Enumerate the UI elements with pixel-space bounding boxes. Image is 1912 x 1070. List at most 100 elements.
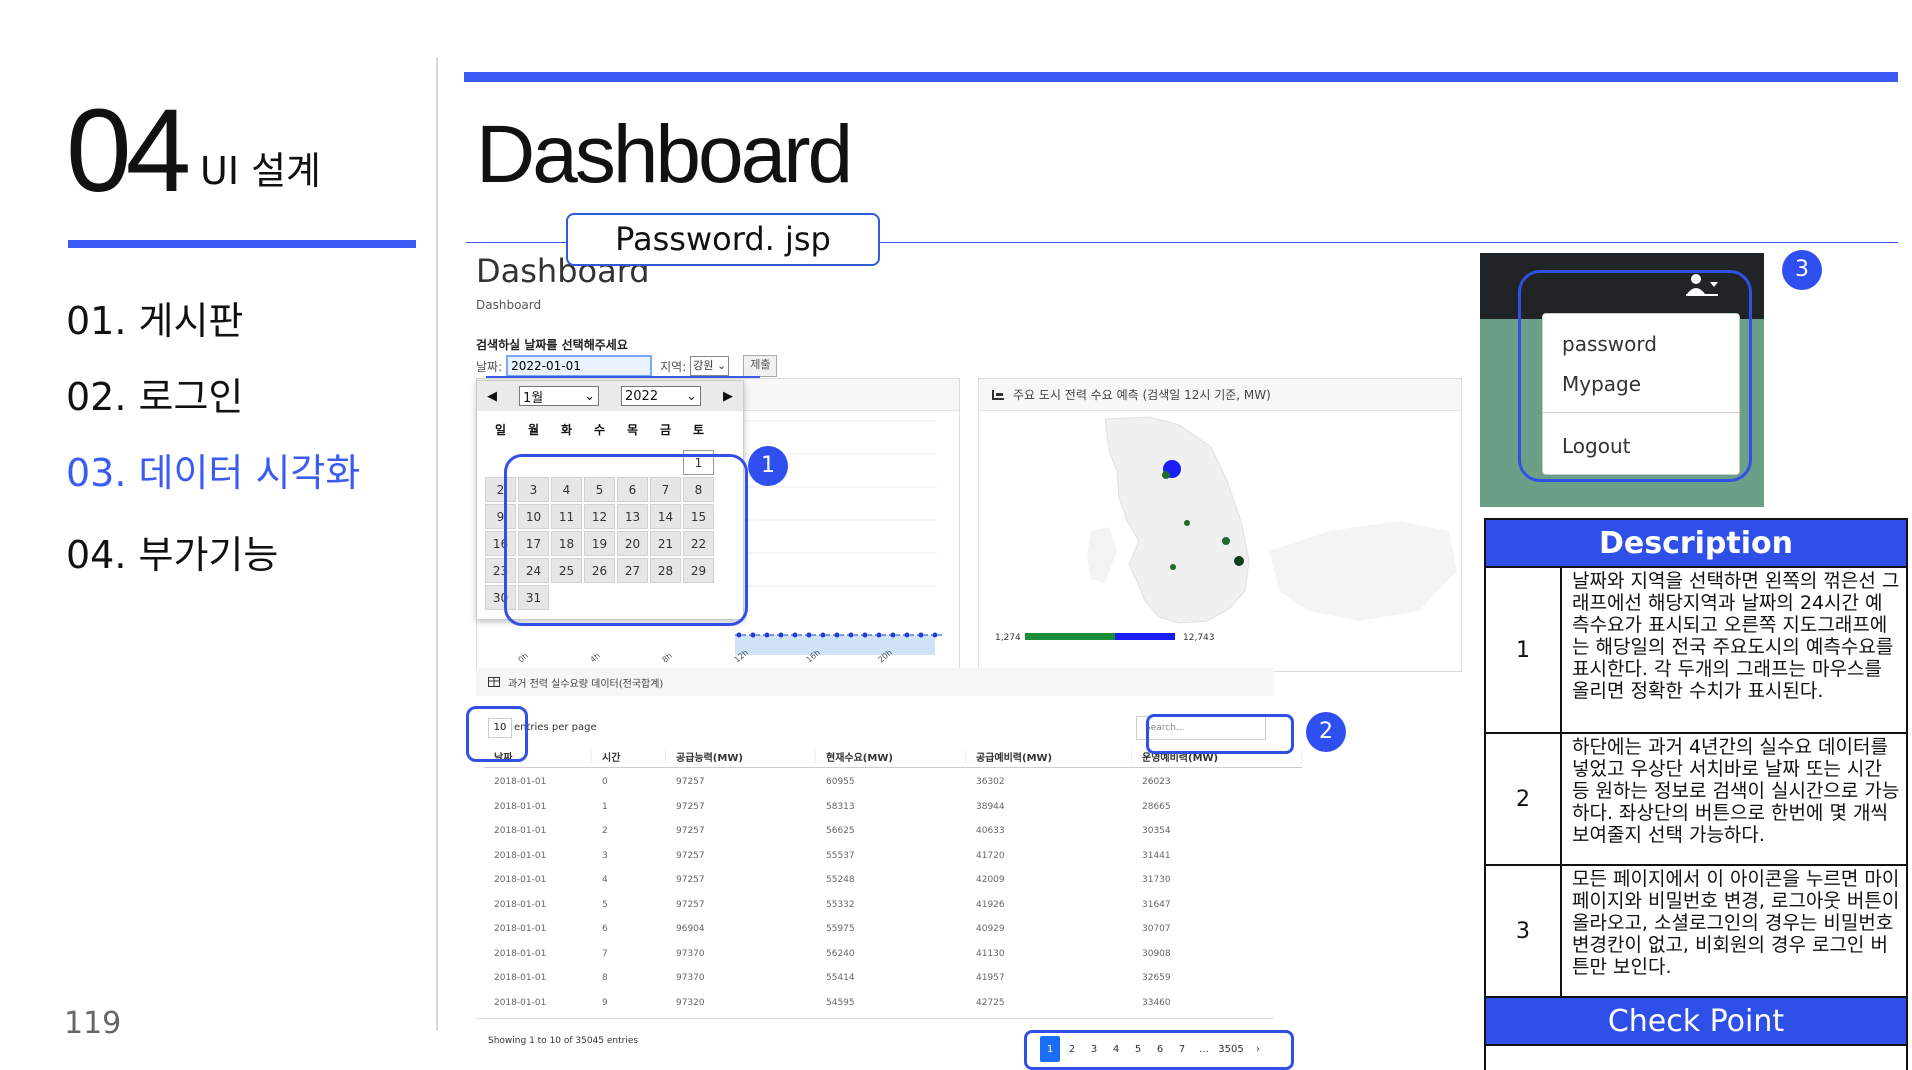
table-cell: 2018-01-01 xyxy=(494,875,547,886)
table-icon xyxy=(488,677,500,687)
line-point[interactable] xyxy=(848,632,854,638)
menu-item-login[interactable]: 02. 로그인 xyxy=(66,366,243,421)
map-dot-busan[interactable] xyxy=(1234,556,1244,566)
table-cell: 42725 xyxy=(976,997,1005,1008)
table-cell: 97257 xyxy=(676,850,705,861)
table-cell: 96904 xyxy=(676,924,705,935)
callout-box-1 xyxy=(504,454,748,626)
line-point[interactable] xyxy=(876,632,882,638)
column-header[interactable]: 시간 xyxy=(592,749,666,764)
badge-2: 2 xyxy=(1306,712,1346,752)
badge-1: 1 xyxy=(748,446,788,486)
table-cell: 1 xyxy=(602,801,608,812)
description-text-3: 모든 페이지에서 이 아이콘을 누르면 마이페이지와 비밀번호 변경, 로그아웃… xyxy=(1560,864,1908,998)
line-point[interactable] xyxy=(862,632,868,638)
table-cell: 97257 xyxy=(676,826,705,837)
date-label: 날짜: xyxy=(476,359,503,374)
map-land-mainland xyxy=(1104,416,1250,624)
table-cell: 2018-01-01 xyxy=(494,997,547,1008)
table-title: 과거 전력 실수요량 데이터(전국합계) xyxy=(508,678,664,690)
line-point[interactable] xyxy=(890,632,896,638)
map-title: 주요 도시 전력 수요 예측 (검색일 12시 기준, MW) xyxy=(1013,388,1271,402)
datepicker-header: ◀ 1월 ⌄ 2022 ⌄ ▶ xyxy=(477,381,743,411)
description-table: Description 1 날짜와 지역을 선택하면 왼쪽의 꺾은선 그래프에선… xyxy=(1484,518,1908,1070)
table-row: 2018-01-01 3 97257 55537 41720 31441 xyxy=(484,844,1302,869)
table-cell: 41926 xyxy=(976,899,1005,910)
year-select[interactable]: 2022 ⌄ xyxy=(621,386,701,406)
table-cell: 2018-01-01 xyxy=(494,924,547,935)
line-point[interactable] xyxy=(750,632,756,638)
table-cell: 41720 xyxy=(976,850,1005,861)
map-dot-gwangju[interactable] xyxy=(1170,564,1176,570)
callout-box-pagination xyxy=(1024,1030,1294,1070)
table-cell: 7 xyxy=(602,948,608,959)
table-row: 2018-01-01 8 97370 55414 41957 32659 xyxy=(484,966,1302,991)
table-cell: 2 xyxy=(602,826,608,837)
month-select[interactable]: 1월 ⌄ xyxy=(519,386,599,406)
line-point[interactable] xyxy=(806,632,812,638)
weekday-label: 수 xyxy=(593,423,606,437)
map-dot-incheon[interactable] xyxy=(1162,471,1170,479)
menu-item-visualization[interactable]: 03. 데이터 시각화 xyxy=(66,442,360,497)
weekday-label: 일 xyxy=(494,423,507,437)
line-point[interactable] xyxy=(918,632,924,638)
line-point[interactable] xyxy=(764,632,770,638)
table-cell: 2018-01-01 xyxy=(494,973,547,984)
table-row: 2018-01-01 0 97257 60955 36302 26023 xyxy=(484,770,1302,795)
description-header: Description xyxy=(1484,518,1908,568)
map-land-japan xyxy=(1269,521,1457,621)
table-cell: 2018-01-01 xyxy=(494,850,547,861)
table-cell: 56625 xyxy=(826,826,855,837)
badge-3: 3 xyxy=(1782,250,1822,290)
region-select[interactable]: 강원 ⌄ xyxy=(690,356,730,376)
weekday-label: 목 xyxy=(626,423,639,437)
map-dot-daejeon[interactable] xyxy=(1184,520,1190,526)
line-point[interactable] xyxy=(736,632,742,638)
line-point[interactable] xyxy=(792,632,798,638)
column-header[interactable]: 현재수요(MW) xyxy=(816,749,966,764)
table-cell: 40929 xyxy=(976,924,1005,935)
line-point[interactable] xyxy=(932,632,938,638)
table-cell: 97370 xyxy=(676,973,705,984)
line-point[interactable] xyxy=(820,632,826,638)
table-cell: 55975 xyxy=(826,924,855,935)
search-prompt: 검색하실 날짜를 선택해주세요 xyxy=(476,338,628,352)
map-card: 주요 도시 전력 수요 예측 (검색일 12시 기준, MW) 1,274 12… xyxy=(978,378,1462,672)
line-point[interactable] xyxy=(778,632,784,638)
check-point-header: Check Point xyxy=(1484,996,1908,1046)
table-cell: 38944 xyxy=(976,801,1005,812)
table-cell: 58313 xyxy=(826,801,855,812)
column-header[interactable]: 공급예비력(MW) xyxy=(966,749,1132,764)
map-dot-daegu[interactable] xyxy=(1222,537,1230,545)
vertical-divider xyxy=(436,58,438,1030)
next-month-icon[interactable]: ▶ xyxy=(723,389,733,404)
menu-item-board[interactable]: 01. 게시판 xyxy=(66,290,243,345)
menu-item-extra[interactable]: 04. 부가기능 xyxy=(66,524,278,579)
description-num-3: 3 xyxy=(1484,864,1562,998)
table-cell: 41130 xyxy=(976,948,1005,959)
section-number: 04 xyxy=(66,85,191,217)
check-point-body xyxy=(1484,1044,1908,1070)
description-num-1: 1 xyxy=(1484,566,1562,734)
table-cell: 60955 xyxy=(826,777,855,788)
korea-map[interactable]: 1,274 12,743 xyxy=(979,411,1463,673)
line-point[interactable] xyxy=(834,632,840,638)
search-form: 날짜: 2022-01-01 지역: 강원 ⌄ 제출 xyxy=(476,354,778,378)
x-tick-label: 0h xyxy=(517,651,531,664)
table-row: 2018-01-01 7 97370 56240 41130 30908 xyxy=(484,942,1302,967)
table-cell: 31730 xyxy=(1142,875,1171,886)
prev-month-icon[interactable]: ◀ xyxy=(487,389,497,404)
weekday-label: 토 xyxy=(692,423,705,437)
map-legend-bar-blue xyxy=(1115,633,1175,640)
table-cell: 2018-01-01 xyxy=(494,899,547,910)
breadcrumb[interactable]: Dashboard xyxy=(476,298,541,312)
column-header[interactable]: 공급능력(MW) xyxy=(666,749,816,764)
table-card-header: 과거 전력 실수요량 데이터(전국합계) xyxy=(476,668,1274,696)
line-point[interactable] xyxy=(904,632,910,638)
date-input[interactable]: 2022-01-01 xyxy=(506,355,653,377)
table-cell: 30707 xyxy=(1142,924,1171,935)
submit-button[interactable]: 제출 xyxy=(743,355,778,377)
x-tick-label: 4h xyxy=(589,651,603,664)
table-cell: 36302 xyxy=(976,777,1005,788)
callout-box-per-page xyxy=(466,706,528,762)
